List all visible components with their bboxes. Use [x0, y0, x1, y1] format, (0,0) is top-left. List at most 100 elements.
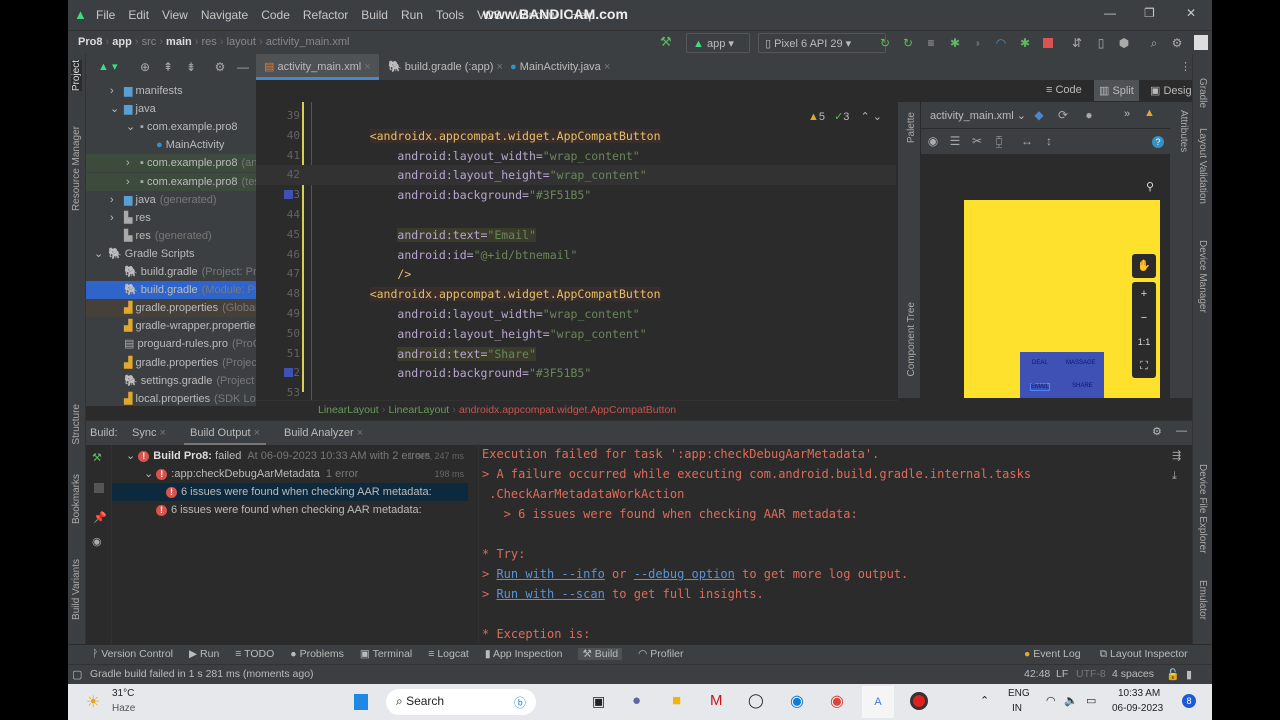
- profile-icon[interactable]: ◠: [994, 36, 1008, 50]
- palette-tab[interactable]: Palette: [906, 112, 917, 143]
- expand-arrow-icon[interactable]: ⌄: [144, 468, 156, 480]
- search-icon[interactable]: ⌕: [1147, 36, 1161, 50]
- lock-icon[interactable]: 🔓: [1166, 668, 1180, 681]
- code-line[interactable]: 43 android:background="#3F51B5": [256, 185, 896, 205]
- device-file-explorer-tab[interactable]: Device File Explorer: [1197, 464, 1208, 553]
- editor-tab[interactable]: ▤ activity_main.xml ×: [256, 54, 379, 80]
- blueprint-icon[interactable]: ☰: [948, 134, 962, 148]
- menu-item-build[interactable]: Build: [361, 8, 388, 22]
- status-panel-icon[interactable]: ▢: [72, 668, 82, 681]
- volume-icon[interactable]: 🔈: [1064, 694, 1078, 707]
- code-line[interactable]: 40 <androidx.appcompat.widget.AppCompatB…: [256, 126, 896, 146]
- tree-item[interactable]: ⌄ ▪ com.example.pro8: [86, 118, 256, 136]
- clock-time[interactable]: 10:33 AM: [1118, 688, 1160, 699]
- eye-icon[interactable]: ◉: [926, 134, 940, 148]
- run-with-info-link[interactable]: Run with --info: [496, 567, 604, 581]
- teams-icon[interactable]: ●: [632, 692, 641, 709]
- layout-inspector-button[interactable]: ⧉ Layout Inspector: [1100, 648, 1188, 661]
- tab-sync[interactable]: Sync ×: [132, 427, 166, 439]
- status-message[interactable]: Gradle build failed in 1 s 281 ms (momen…: [90, 668, 314, 680]
- zoom-actual-button[interactable]: 1:1: [1132, 330, 1156, 354]
- chrome-icon[interactable]: ◉: [830, 691, 844, 711]
- tree-item[interactable]: 🐘 settings.gradle(Project Settings): [86, 372, 256, 390]
- tree-item[interactable]: ● MainActivity: [86, 136, 256, 154]
- soft-wrap-icon[interactable]: ⇶: [1172, 449, 1181, 462]
- file-encoding[interactable]: UTF-8: [1076, 668, 1106, 680]
- breadcrumb-item[interactable]: src: [142, 36, 157, 48]
- build-hammer-icon[interactable]: ⚒: [660, 34, 672, 50]
- zoom-out-button[interactable]: −: [1132, 306, 1156, 330]
- tree-item[interactable]: ⌄ ▆ java: [86, 100, 256, 118]
- bandicam-record-icon[interactable]: [910, 692, 928, 710]
- build-tree-item[interactable]: ⌄ ! Build Pro8: failed At 06-09-2023 10:33…: [112, 447, 468, 465]
- overflow-icon[interactable]: »: [1124, 108, 1130, 120]
- menu-item-tools[interactable]: Tools: [436, 8, 464, 22]
- warning-icon[interactable]: ▲: [1144, 107, 1155, 119]
- tool-button-profiler[interactable]: ◠ Profiler: [638, 648, 683, 660]
- expand-arrow-icon[interactable]: ›: [110, 209, 124, 227]
- orientation-icon[interactable]: ⟳: [1056, 108, 1070, 122]
- sdk-manager-icon[interactable]: ⬢: [1117, 36, 1131, 50]
- restore-button[interactable]: ❐: [1144, 6, 1155, 20]
- expand-all-icon[interactable]: ⇞: [161, 60, 175, 74]
- emulator-tab[interactable]: Emulator: [1197, 580, 1208, 620]
- dell-icon[interactable]: ◯: [748, 692, 764, 709]
- tree-item[interactable]: ›▪ com.example.pro8(androidTest): [86, 154, 256, 173]
- device-manager-icon[interactable]: ▯: [1094, 36, 1108, 50]
- device-manager-tab[interactable]: Device Manager: [1197, 240, 1208, 313]
- editor-tab[interactable]: 🐘 build.gradle (:app) ×: [380, 54, 511, 80]
- code-line[interactable]: 45 android:text="Email": [256, 225, 896, 245]
- tree-item[interactable]: ›▪ com.example.pro8(test): [86, 172, 256, 191]
- run-with-scan-link[interactable]: Run with --scan: [496, 587, 604, 601]
- tree-item[interactable]: › ▙ res: [86, 209, 256, 227]
- locate-icon[interactable]: ⊕: [138, 60, 152, 74]
- layers-icon[interactable]: ◆: [1032, 108, 1046, 122]
- vertical-arrows-icon[interactable]: ↕: [1042, 134, 1056, 148]
- expand-arrow-icon[interactable]: ⌄: [126, 118, 140, 136]
- expand-arrow-icon[interactable]: ›: [110, 191, 124, 209]
- tree-item[interactable]: ▙ res (generated): [86, 227, 256, 245]
- phone-preview[interactable]: DEAL MASSAGE EMAIL SHARE: [964, 200, 1160, 398]
- massage-button-preview[interactable]: MASSAGE: [1066, 360, 1096, 366]
- constraints-icon[interactable]: ✂: [970, 134, 984, 148]
- code-line[interactable]: 52 android:background="#3F51B5": [256, 363, 896, 383]
- design-canvas[interactable]: ⚲ DEAL MASSAGE EMAIL SHARE ✋ + − 1:1 ⛶: [920, 154, 1170, 398]
- taskbar-search[interactable]: ⌕ Search ⓑ: [386, 689, 536, 715]
- breadcrumb-item[interactable]: layout: [227, 36, 256, 48]
- account-avatar[interactable]: [1194, 35, 1208, 50]
- menu-item-run[interactable]: Run: [401, 8, 423, 22]
- expand-arrow-icon[interactable]: ⌄: [110, 100, 124, 118]
- tree-item[interactable]: 🐘 build.gradle(Module: Pro8.app): [86, 281, 256, 300]
- tree-item[interactable]: ▟ gradle-wrapper.properties: [86, 317, 256, 335]
- project-tool-tab[interactable]: Project: [71, 60, 82, 92]
- expand-arrow-icon[interactable]: ⌄: [126, 450, 138, 462]
- minimize-button[interactable]: —: [1104, 6, 1116, 20]
- expand-arrow-icon[interactable]: ›: [110, 82, 124, 100]
- settings-gear-icon[interactable]: ⚙: [1170, 36, 1184, 50]
- tree-item[interactable]: 🐘 build.gradle(Project: Pro8): [86, 263, 256, 281]
- build-variants-tab[interactable]: Build Variants: [71, 559, 82, 620]
- apply-changes-icon[interactable]: ↻: [901, 36, 915, 50]
- mcafee-icon[interactable]: M: [710, 692, 723, 709]
- menu-item-edit[interactable]: Edit: [128, 8, 149, 22]
- menu-item-refactor[interactable]: Refactor: [303, 8, 348, 22]
- email-button-preview[interactable]: EMAIL: [1030, 383, 1051, 391]
- sync-icon[interactable]: ≡: [924, 36, 938, 50]
- file-explorer-icon[interactable]: ■: [672, 692, 681, 709]
- tool-button-problems[interactable]: ● Problems: [290, 648, 344, 660]
- weather-temp[interactable]: 31°C: [112, 688, 134, 699]
- close-tab-icon[interactable]: ×: [601, 61, 610, 73]
- structure-tab[interactable]: Structure: [71, 404, 82, 445]
- scroll-to-end-icon[interactable]: ⤓: [1172, 470, 1181, 483]
- code-line[interactable]: 46 android:id="@+id/btnemail": [256, 245, 896, 265]
- code-line[interactable]: 51 android:text="Share": [256, 344, 896, 364]
- menu-item-navigate[interactable]: Navigate: [201, 8, 248, 22]
- stop-build-icon[interactable]: [94, 483, 104, 493]
- code-line[interactable]: 47 />: [256, 264, 896, 284]
- code-line[interactable]: 48 <androidx.appcompat.widget.AppCompatB…: [256, 284, 896, 304]
- tool-button-run[interactable]: ▶ Run: [189, 648, 219, 660]
- share-button-preview[interactable]: SHARE: [1072, 383, 1093, 389]
- code-line[interactable]: 50 android:layout_height="wrap_content": [256, 324, 896, 344]
- close-window-button[interactable]: ✕: [1186, 6, 1196, 20]
- zoom-in-button[interactable]: +: [1132, 282, 1156, 306]
